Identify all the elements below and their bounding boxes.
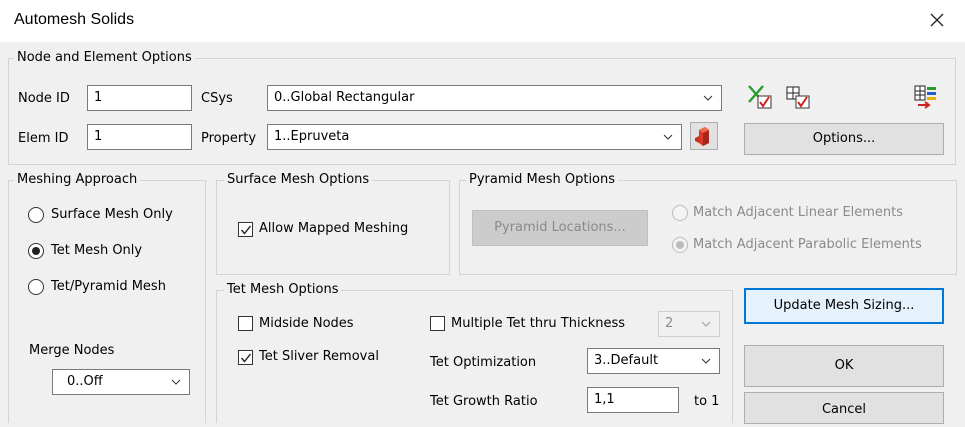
title-bar: Automesh Solids [0, 0, 965, 42]
allow-mapped-meshing-label: Allow Mapped Meshing [259, 221, 409, 236]
checkmark-icon [240, 225, 252, 235]
radio-selected-dot [32, 247, 40, 255]
chevron-down-icon [701, 358, 711, 364]
select-x-check-button[interactable] [746, 83, 774, 111]
multiple-tet-label: Multiple Tet thru Thickness [451, 316, 626, 331]
update-mesh-sizing-button[interactable]: Update Mesh Sizing... [744, 288, 944, 324]
chevron-down-icon [663, 134, 673, 140]
radio-match-linear[interactable] [672, 205, 688, 221]
grid-check-icon [786, 86, 810, 109]
tet-mesh-options-legend: Tet Mesh Options [224, 282, 342, 297]
csys-value: 0..Global Rectangular [274, 90, 415, 105]
chevron-down-icon [171, 379, 181, 385]
tet-growth-ratio-field[interactable]: 1,1 [587, 387, 679, 413]
tet-optimization-value: 3..Default [594, 353, 659, 368]
merge-nodes-value: 0..Off [67, 374, 103, 389]
ok-button[interactable]: OK [744, 345, 944, 387]
radio-tet-pyramid-mesh[interactable] [28, 279, 44, 295]
checkmark-icon [240, 353, 252, 363]
pyramid-locations-button[interactable]: Pyramid Locations... [472, 210, 648, 246]
property-label: Property [201, 131, 257, 146]
multiple-tet-checkbox[interactable] [430, 316, 445, 331]
tet-growth-ratio-label: Tet Growth Ratio [430, 394, 538, 409]
tet-sliver-removal-label: Tet Sliver Removal [259, 349, 379, 364]
elem-id-label: Elem ID [18, 131, 69, 146]
midside-nodes-checkbox[interactable] [238, 316, 253, 331]
elem-id-field[interactable]: 1 [87, 124, 192, 150]
node-id-field[interactable]: 1 [87, 85, 192, 111]
csys-label: CSys [201, 91, 233, 106]
property-solid-icon [695, 127, 709, 146]
tet-growth-ratio-unit: to 1 [694, 394, 720, 409]
tet-optimization-label: Tet Optimization [430, 355, 537, 370]
radio-match-parabolic-label: Match Adjacent Parabolic Elements [693, 237, 922, 252]
merge-nodes-label: Merge Nodes [29, 343, 115, 358]
radio-surface-mesh-only[interactable] [28, 207, 44, 223]
options-button[interactable]: Options... [744, 123, 944, 155]
select-x-check-icon [748, 85, 772, 109]
allow-mapped-meshing-checkbox[interactable] [238, 222, 253, 237]
tet-sliver-removal-checkbox[interactable] [238, 350, 253, 365]
grid-arrow-icon [914, 85, 936, 109]
meshing-approach-legend: Meshing Approach [14, 172, 141, 187]
radio-match-linear-label: Match Adjacent Linear Elements [693, 205, 904, 220]
pyramid-mesh-options-legend: Pyramid Mesh Options [466, 172, 619, 187]
property-value: 1..Epruveta [274, 129, 350, 144]
chevron-down-icon [701, 321, 711, 327]
surface-mesh-options-legend: Surface Mesh Options [224, 172, 373, 187]
multiple-tet-value: 2 [665, 316, 674, 331]
multiple-tet-select[interactable]: 2 [658, 311, 720, 337]
radio-tet-mesh-only-label: Tet Mesh Only [51, 243, 143, 258]
radio-match-parabolic[interactable] [672, 237, 688, 253]
window-title: Automesh Solids [14, 11, 135, 28]
close-icon[interactable] [927, 10, 947, 30]
radio-selected-dot [676, 241, 684, 249]
tet-optimization-select[interactable]: 3..Default [587, 348, 720, 374]
radio-surface-mesh-only-label: Surface Mesh Only [51, 207, 173, 222]
midside-nodes-label: Midside Nodes [259, 316, 354, 331]
node-id-label: Node ID [18, 91, 70, 106]
chevron-down-icon [703, 95, 713, 101]
radio-tet-mesh-only[interactable] [28, 243, 44, 259]
merge-nodes-select[interactable]: 0..Off [52, 369, 190, 395]
grid-arrow-button[interactable] [912, 83, 940, 111]
radio-tet-pyramid-mesh-label: Tet/Pyramid Mesh [51, 279, 166, 294]
node-element-options-legend: Node and Element Options [14, 50, 195, 65]
csys-select[interactable]: 0..Global Rectangular [267, 85, 722, 111]
cancel-button[interactable]: Cancel [744, 392, 944, 424]
grid-check-button[interactable] [784, 83, 812, 111]
property-solid-button[interactable] [690, 122, 718, 150]
property-select[interactable]: 1..Epruveta [267, 124, 682, 150]
